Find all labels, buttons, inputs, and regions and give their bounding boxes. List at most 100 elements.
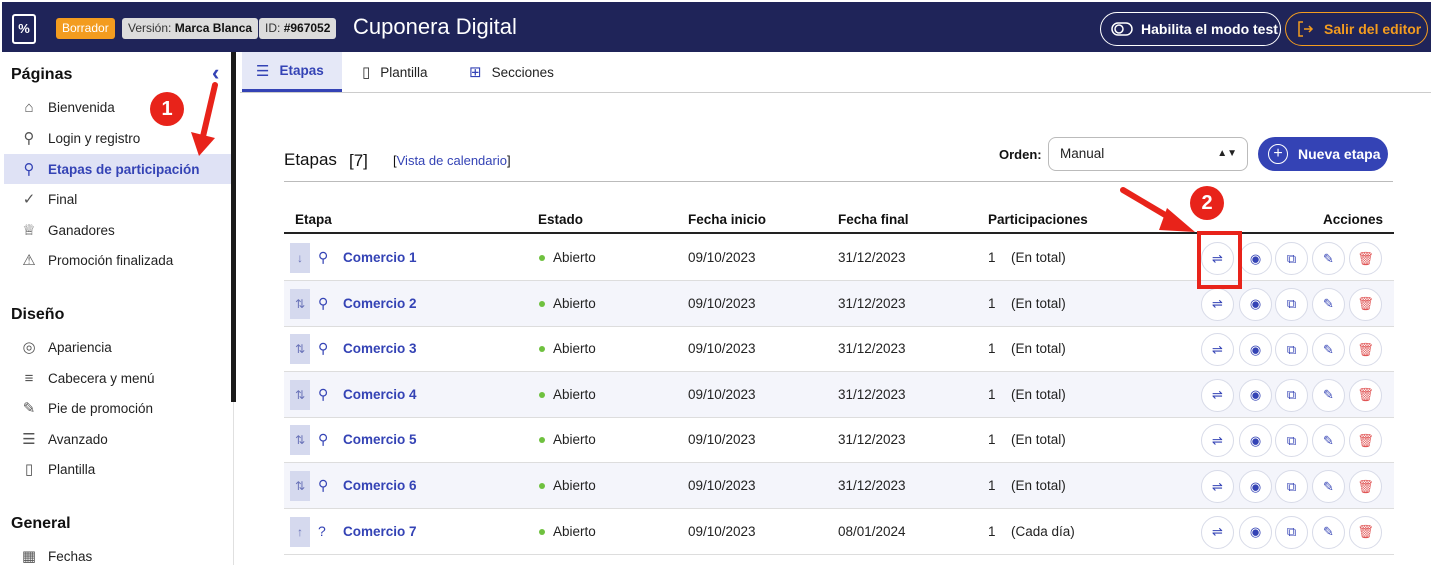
sidebar-item-final[interactable]: ✓ Final	[4, 184, 234, 214]
select-arrows-icon: ▲▼	[1217, 148, 1237, 159]
eye-button[interactable]: ◉	[1239, 515, 1272, 549]
column-header: Fecha inicio	[688, 212, 767, 227]
status-dot-icon	[539, 391, 545, 398]
pencil-button[interactable]: ✎	[1312, 470, 1345, 503]
trash-button[interactable]: 🗑	[1349, 378, 1382, 412]
pencil-button[interactable]: ✎	[1312, 333, 1345, 367]
drag-handle-icon[interactable]: ⇅	[290, 379, 310, 410]
tab-etapas[interactable]: ☰ Etapas	[242, 52, 342, 92]
home-icon: ⌂	[24, 98, 34, 116]
swap-button[interactable]: ⇌	[1201, 378, 1234, 412]
column-header: Acciones	[1322, 212, 1383, 227]
sidebar-item-promocion-finalizada[interactable]: ⚠ Promoción finalizada	[4, 245, 234, 275]
swap-button[interactable]: ⇌	[1201, 515, 1234, 549]
list-count: [7]	[349, 151, 368, 170]
sidebar-item-cabecera[interactable]: ≡ Cabecera y menú	[4, 363, 234, 393]
trash-button[interactable]: 🗑	[1349, 515, 1382, 549]
swap-button[interactable]: ⇌	[1201, 470, 1234, 503]
pencil-button[interactable]: ✎	[1312, 287, 1345, 321]
trash-button[interactable]: 🗑	[1349, 287, 1382, 321]
eye-button[interactable]: ◉	[1239, 470, 1272, 503]
column-header: Fecha final	[838, 212, 909, 227]
drag-handle-icon[interactable]: ↑	[290, 516, 310, 547]
stage-name-link[interactable]: Comercio 3	[343, 341, 417, 356]
grid-icon: ⊞	[469, 64, 482, 81]
copy-button[interactable]: ⧉	[1275, 470, 1308, 503]
warning-icon: ⚠	[22, 252, 36, 269]
drag-handle-icon[interactable]: ⇅	[290, 334, 310, 365]
exit-icon	[1298, 21, 1314, 37]
status-text: Abierto	[553, 523, 596, 539]
trash-button[interactable]: 🗑	[1349, 470, 1382, 503]
participation-note: (En total)	[1011, 295, 1066, 311]
eye-button[interactable]: ◉	[1239, 242, 1272, 275]
eye-button[interactable]: ◉	[1239, 333, 1272, 367]
draft-badge: Borrador	[56, 18, 115, 39]
pencil-button[interactable]: ✎	[1312, 378, 1345, 412]
eye-button[interactable]: ◉	[1239, 378, 1272, 412]
copy-button[interactable]: ⧉	[1275, 287, 1308, 321]
sidebar-item-fechas[interactable]: ▦ Fechas	[4, 541, 234, 565]
pencil-button[interactable]: ✎	[1312, 242, 1345, 275]
drag-handle-icon[interactable]: ↓	[290, 243, 310, 273]
copy-button[interactable]: ⧉	[1275, 515, 1308, 549]
stage-name-link[interactable]: Comercio 7	[343, 524, 417, 539]
sidebar-item-ganadores[interactable]: ♕ Ganadores	[4, 215, 234, 245]
stage-name-link[interactable]: Comercio 5	[343, 432, 417, 447]
drag-handle-icon[interactable]: ⇅	[290, 425, 310, 456]
copy-button[interactable]: ⧉	[1275, 333, 1308, 367]
copy-button[interactable]: ⧉	[1275, 378, 1308, 412]
stage-name-link[interactable]: Comercio 2	[343, 296, 417, 311]
pencil-icon: ✎	[1323, 432, 1334, 448]
eye-button[interactable]: ◉	[1239, 287, 1272, 321]
status-text: Abierto	[553, 341, 596, 357]
copy-button[interactable]: ⧉	[1275, 242, 1308, 275]
swap-button[interactable]: ⇌	[1201, 287, 1234, 321]
participation-count: 1	[988, 478, 996, 493]
test-mode-button[interactable]: Habilita el modo test	[1100, 12, 1281, 46]
sidebar-item-label: Etapas de participación	[48, 161, 200, 177]
calendar-view-link[interactable]: [Vista de calendario]	[393, 153, 511, 168]
drag-handle-icon[interactable]: ⇅	[290, 288, 310, 319]
end-date: 31/12/2023	[838, 478, 906, 493]
trash-button[interactable]: 🗑	[1349, 424, 1382, 458]
exit-editor-label: Salir del editor	[1324, 21, 1422, 37]
new-stage-button[interactable]: + Nueva etapa	[1258, 137, 1388, 171]
swap-button[interactable]: ⇌	[1201, 333, 1234, 367]
participation-count: 1	[988, 523, 996, 539]
swap-button[interactable]: ⇌	[1201, 424, 1234, 458]
pencil-button[interactable]: ✎	[1312, 424, 1345, 458]
status-dot-icon	[539, 528, 545, 535]
copy-icon: ⧉	[1286, 387, 1297, 403]
sidebar-item-label: Fechas	[48, 548, 93, 564]
sidebar-item-label: Pie de promoción	[48, 400, 154, 416]
menu-icon: ≡	[24, 369, 34, 387]
trash-icon: 🗑	[1357, 296, 1374, 312]
sidebar-item-pie[interactable]: ✎ Pie de promoción	[4, 393, 234, 423]
exit-editor-button[interactable]: Salir del editor	[1285, 12, 1428, 46]
annotation-step-1: 1	[150, 92, 184, 126]
eye-button[interactable]: ◉	[1239, 424, 1272, 458]
drag-handle-icon[interactable]: ⇅	[290, 471, 310, 501]
stage-name-link[interactable]: Comercio 1	[343, 250, 417, 265]
id-badge: ID: #967052	[259, 18, 337, 39]
sidebar-item-avanzado[interactable]: ☰ Avanzado	[4, 424, 234, 454]
participation-note: (Cada día)	[1011, 523, 1075, 539]
pencil-button[interactable]: ✎	[1312, 515, 1345, 549]
table-row: ⇅ ⚲ Comercio 3 Abierto 09/10/2023 31/12/2023 1…	[284, 326, 1394, 373]
stage-type-icon: ?	[318, 522, 326, 539]
stage-name-link[interactable]: Comercio 4	[343, 387, 417, 402]
trash-button[interactable]: 🗑	[1349, 242, 1382, 275]
sidebar-item-apariencia[interactable]: ◎ Apariencia	[4, 332, 234, 362]
copy-icon: ⧉	[1286, 478, 1297, 494]
copy-button[interactable]: ⧉	[1275, 424, 1308, 458]
trash-button[interactable]: 🗑	[1349, 333, 1382, 367]
tab-plantilla[interactable]: ▯ Plantilla	[348, 52, 442, 92]
file-icon: ▯	[24, 461, 34, 478]
order-select[interactable]: Manual ▲▼	[1048, 137, 1248, 171]
tab-secciones[interactable]: ⊞ Secciones	[455, 52, 568, 92]
sidebar-item-plantilla[interactable]: ▯ Plantilla	[4, 454, 234, 484]
swap-icon: ⇌	[1212, 478, 1223, 494]
stage-name-link[interactable]: Comercio 6	[343, 478, 417, 493]
sidebar-scrollbar[interactable]	[231, 52, 236, 402]
